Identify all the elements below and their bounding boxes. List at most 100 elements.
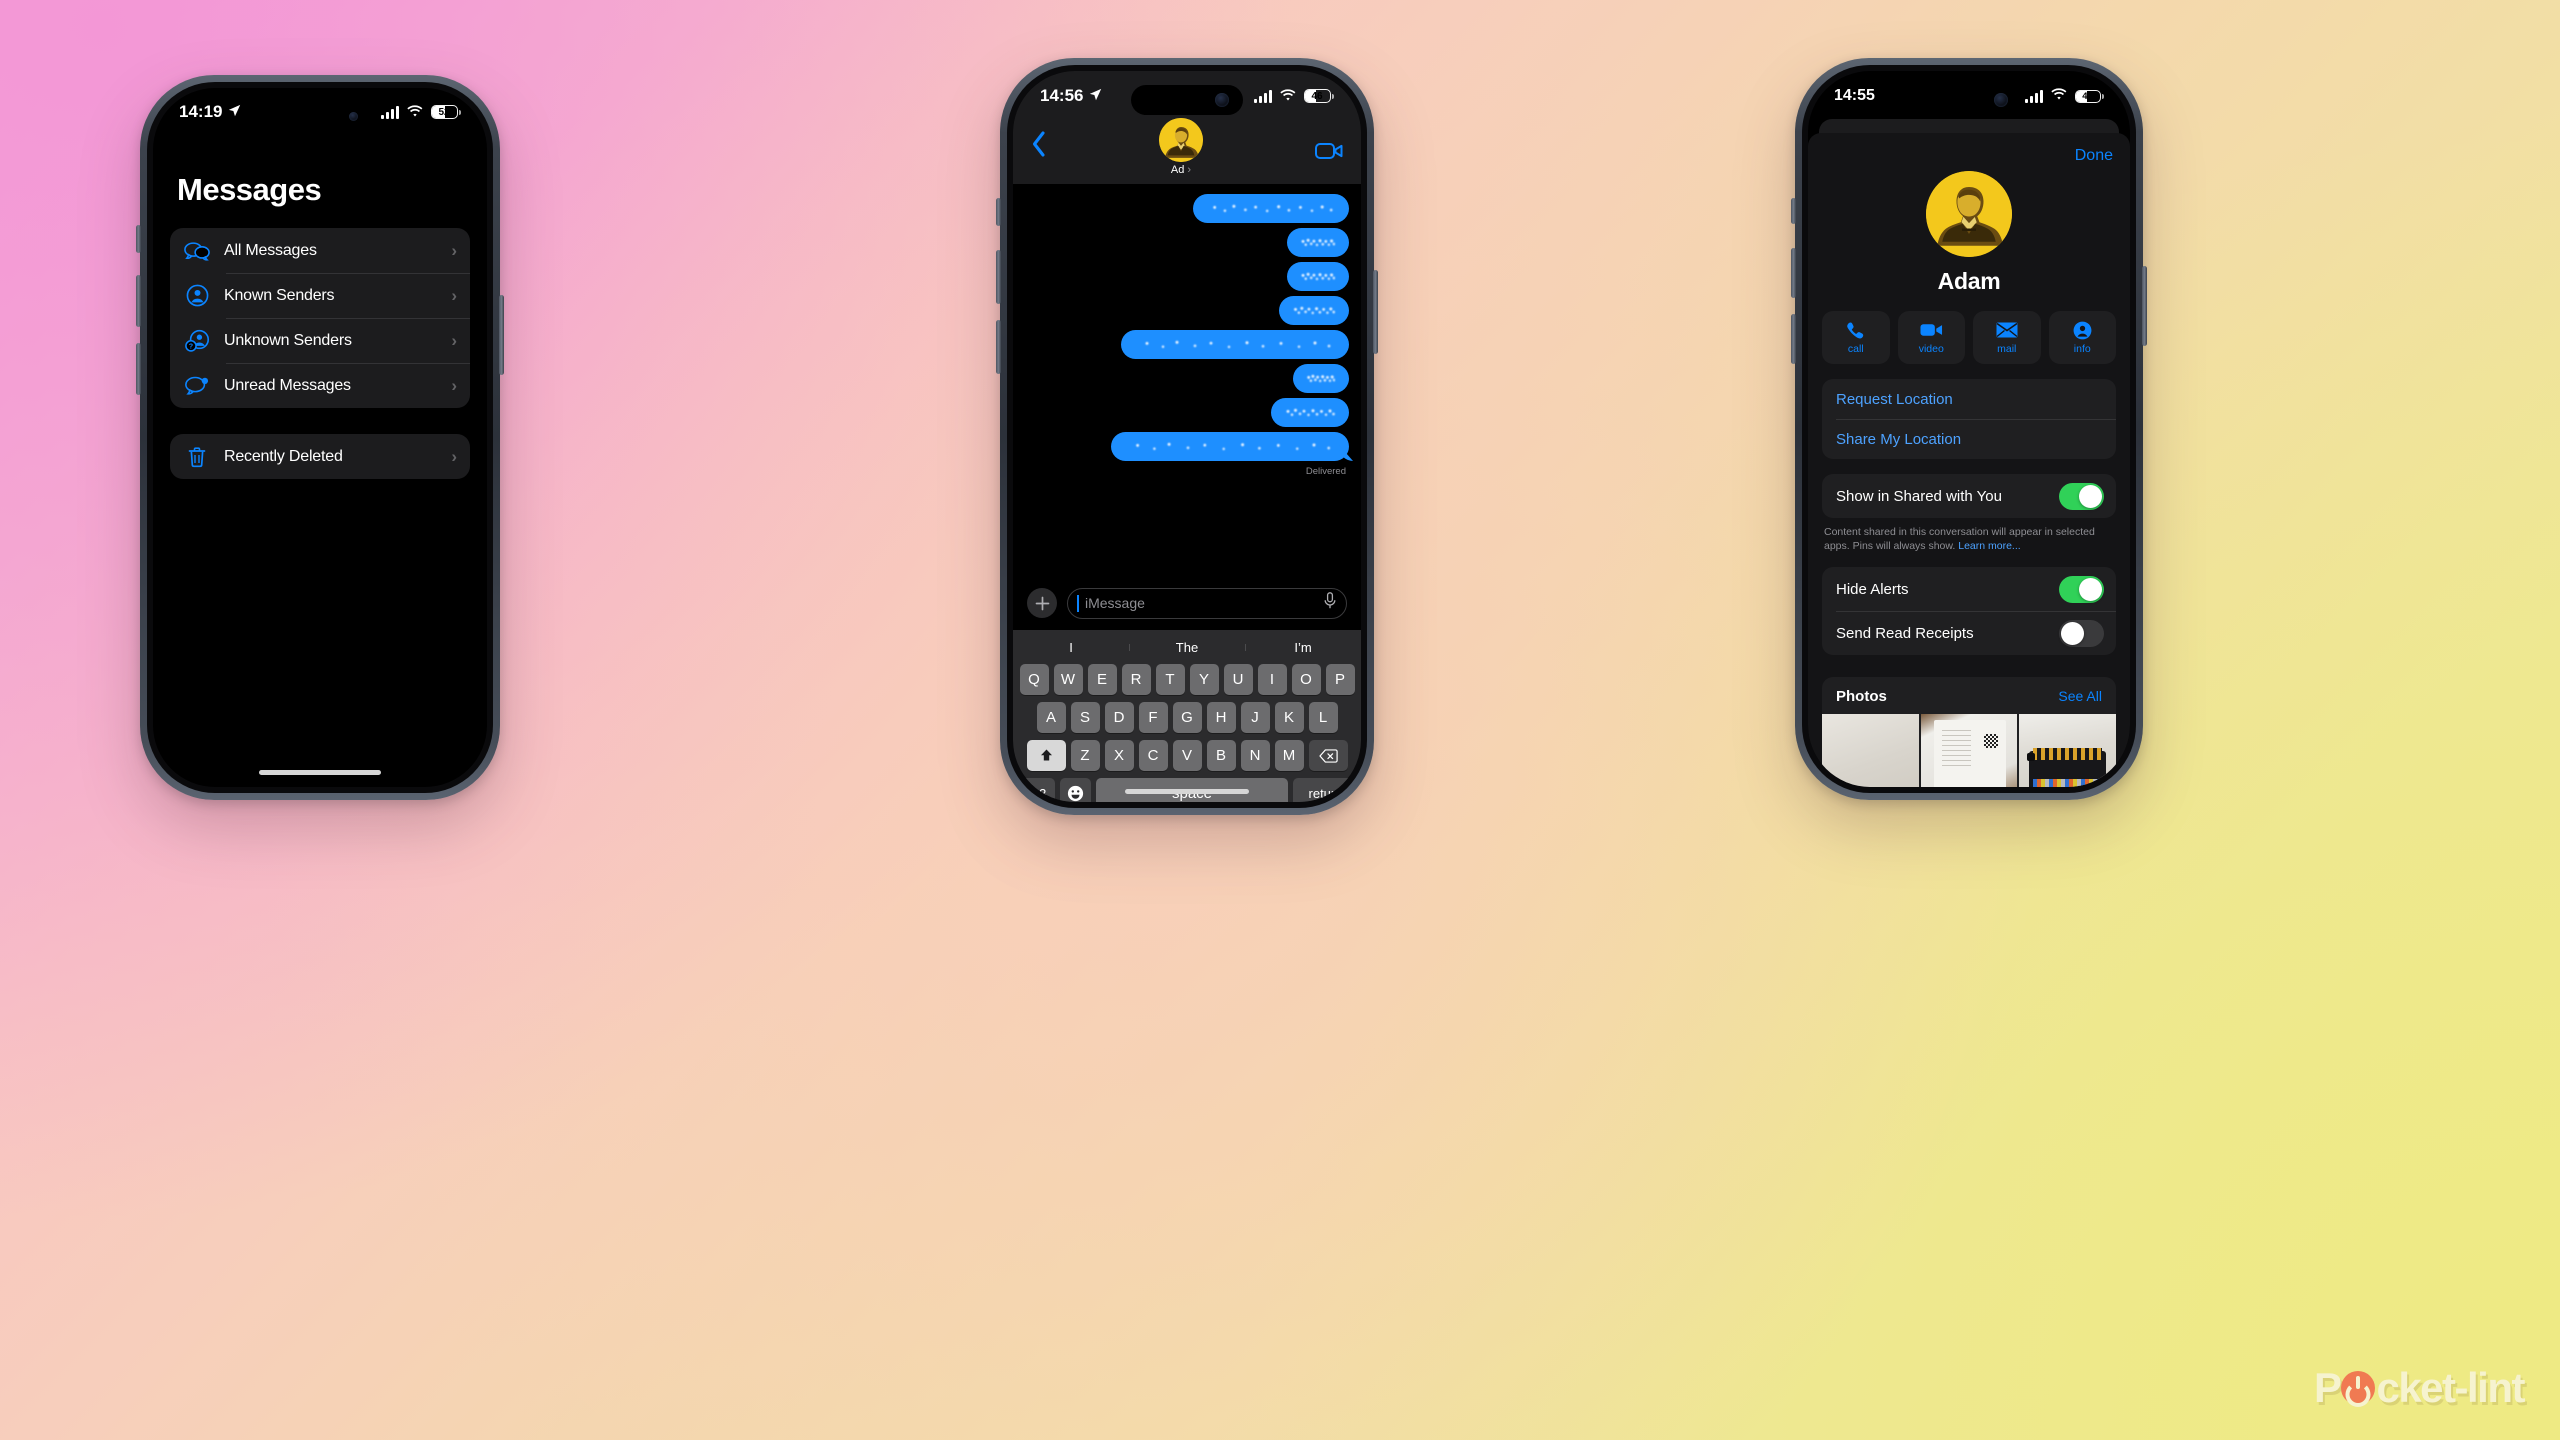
key-m[interactable]: M (1274, 740, 1304, 771)
sidebar-item-unread-messages[interactable]: Unread Messages › (170, 363, 470, 408)
key-n[interactable]: N (1240, 740, 1270, 771)
chevron-right-icon: › (451, 240, 457, 260)
photo-thumbnail[interactable] (2019, 714, 2116, 787)
home-indicator[interactable] (1125, 789, 1249, 794)
key-s[interactable]: S (1070, 702, 1100, 733)
key-p[interactable]: P (1325, 664, 1355, 695)
done-button[interactable]: Done (1808, 133, 2130, 165)
send-read-receipts-toggle[interactable] (2059, 619, 2104, 647)
volume-down-button[interactable] (1791, 314, 1796, 364)
volume-up-button[interactable] (1791, 248, 1796, 298)
avatar[interactable] (1926, 171, 2012, 257)
message-bubble-outgoing[interactable] (1193, 194, 1349, 223)
message-row[interactable] (1025, 262, 1349, 291)
video-button[interactable]: video (1897, 311, 1965, 364)
key-f[interactable]: F (1138, 702, 1168, 733)
request-location-button[interactable]: Request Location (1822, 379, 2116, 419)
message-row[interactable] (1025, 398, 1349, 427)
sidebar-item-known-senders[interactable]: Known Senders › (170, 273, 470, 318)
message-row[interactable] (1025, 432, 1349, 461)
volume-up-button[interactable] (136, 275, 141, 327)
mute-switch[interactable] (136, 225, 141, 253)
prediction-chip[interactable]: I’m (1245, 640, 1361, 655)
key-g[interactable]: G (1172, 702, 1202, 733)
photo-thumbnail[interactable] (1920, 714, 2018, 787)
home-indicator[interactable] (259, 770, 381, 775)
power-button[interactable] (499, 295, 504, 375)
key-j[interactable]: J (1240, 702, 1270, 733)
message-bubble-outgoing[interactable] (1111, 432, 1349, 461)
return-key[interactable]: return (1293, 778, 1358, 802)
mute-switch[interactable] (996, 198, 1001, 226)
backspace-icon[interactable] (1308, 740, 1348, 771)
see-all-button[interactable]: See All (2058, 688, 2102, 704)
message-row[interactable] (1025, 194, 1349, 223)
message-bubble-outgoing[interactable] (1271, 398, 1349, 427)
key-c[interactable]: C (1138, 740, 1168, 771)
message-thread[interactable]: Delivered (1013, 184, 1361, 614)
key-t[interactable]: T (1155, 664, 1185, 695)
prediction-chip[interactable]: I (1013, 640, 1129, 655)
key-b[interactable]: B (1206, 740, 1236, 771)
message-row[interactable] (1025, 330, 1349, 359)
sidebar-item-all-messages[interactable]: All Messages › (170, 228, 470, 273)
smiley-face-icon[interactable] (1060, 778, 1091, 802)
sidebar-item-unknown-senders[interactable]: ? Unknown Senders › (170, 318, 470, 363)
message-bubble-outgoing[interactable] (1121, 330, 1349, 359)
hide-alerts-toggle[interactable] (2059, 575, 2104, 603)
key-r[interactable]: R (1121, 664, 1151, 695)
send-read-receipts-row[interactable]: Send Read Receipts (1822, 611, 2116, 655)
key-v[interactable]: V (1172, 740, 1202, 771)
power-button[interactable] (2142, 266, 2147, 346)
numbers-key[interactable]: 123 (1016, 778, 1055, 802)
video-call-button[interactable] (1315, 141, 1343, 166)
redacted-text (1125, 441, 1335, 452)
avatar (1159, 118, 1203, 162)
key-l[interactable]: L (1308, 702, 1338, 733)
volume-down-button[interactable] (136, 343, 141, 395)
info-button[interactable]: info (2048, 311, 2116, 364)
key-w[interactable]: W (1053, 664, 1083, 695)
key-d[interactable]: D (1104, 702, 1134, 733)
key-q[interactable]: Q (1019, 664, 1049, 695)
sidebar-item-recently-deleted[interactable]: Recently Deleted › (170, 434, 470, 479)
message-bubble-outgoing[interactable] (1287, 262, 1349, 291)
key-o[interactable]: O (1291, 664, 1321, 695)
key-i[interactable]: I (1257, 664, 1287, 695)
contact-header[interactable]: Ad › (1159, 118, 1203, 176)
key-k[interactable]: K (1274, 702, 1304, 733)
message-row[interactable] (1025, 296, 1349, 325)
prediction-chip[interactable]: The (1129, 640, 1245, 655)
predictive-bar: I The I’m (1013, 630, 1361, 664)
key-e[interactable]: E (1087, 664, 1117, 695)
message-bubble-outgoing[interactable] (1293, 364, 1349, 393)
back-chevron-icon[interactable] (1031, 130, 1047, 164)
key-h[interactable]: H (1206, 702, 1236, 733)
message-bubble-outgoing[interactable] (1287, 228, 1349, 257)
message-input[interactable]: iMessage (1067, 587, 1347, 619)
volume-down-button[interactable] (996, 320, 1001, 374)
mail-button[interactable]: mail (1973, 311, 2041, 364)
message-bubble-outgoing[interactable] (1279, 296, 1349, 325)
call-button[interactable]: call (1822, 311, 1890, 364)
learn-more-link[interactable]: Learn more... (1958, 540, 2020, 552)
hide-alerts-row[interactable]: Hide Alerts (1822, 567, 2116, 611)
add-attachment-button[interactable] (1027, 588, 1057, 618)
key-x[interactable]: X (1104, 740, 1134, 771)
volume-up-button[interactable] (996, 250, 1001, 304)
message-row[interactable] (1025, 364, 1349, 393)
microphone-icon[interactable] (1324, 592, 1336, 614)
key-y[interactable]: Y (1189, 664, 1219, 695)
key-u[interactable]: U (1223, 664, 1253, 695)
message-row[interactable] (1025, 228, 1349, 257)
show-in-shared-with-you-toggle[interactable] (2059, 482, 2104, 510)
share-my-location-button[interactable]: Share My Location (1822, 419, 2116, 459)
photo-thumbnail[interactable]: 0:05 (1822, 714, 1919, 787)
shift-up-arrow-icon[interactable] (1026, 740, 1066, 771)
svg-text:?: ? (188, 343, 192, 351)
power-button[interactable] (1373, 270, 1378, 354)
key-a[interactable]: A (1036, 702, 1066, 733)
mute-switch[interactable] (1791, 198, 1796, 224)
key-z[interactable]: Z (1070, 740, 1100, 771)
show-in-shared-with-you-row[interactable]: Show in Shared with You (1822, 474, 2116, 518)
